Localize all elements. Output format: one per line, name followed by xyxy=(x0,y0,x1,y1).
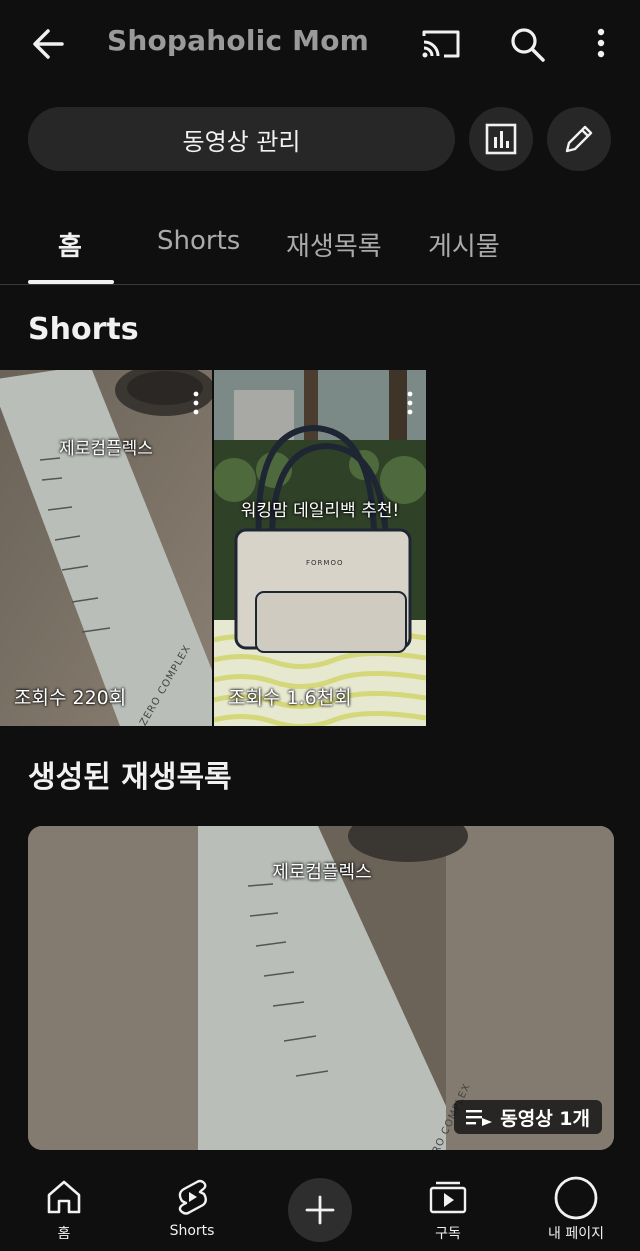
cast-icon xyxy=(422,30,460,58)
arrow-left-icon xyxy=(33,29,64,59)
nav-home-label: 홈 xyxy=(57,1226,71,1242)
tab-posts[interactable]: 게시물 xyxy=(428,226,500,263)
plus-icon xyxy=(305,1195,335,1225)
nav-subscriptions-label: 구독 xyxy=(435,1226,461,1242)
back-button[interactable] xyxy=(26,22,74,66)
short-view-count: 조회수 220회 xyxy=(14,687,127,709)
playlists-section-title: 생성된 재생목록 xyxy=(28,760,232,795)
playlist-card[interactable]: 제로컴플렉스 ZERO COMPLEX 동영상 1개 xyxy=(28,826,614,1150)
bar-chart-icon xyxy=(485,123,517,155)
top-bar: Shopaholic Mom xyxy=(0,0,640,88)
manage-videos-button[interactable]: 동영상 관리 xyxy=(28,107,455,171)
badge-label: 동영상 1개 xyxy=(500,1107,590,1130)
short-overlay-text: 워킹맘 데일리백 추천! xyxy=(240,501,400,521)
short-thumbnail xyxy=(0,370,212,726)
create-button[interactable] xyxy=(288,1178,352,1242)
bag-brand-text: FORMOO xyxy=(306,559,344,567)
subscriptions-icon xyxy=(429,1181,467,1214)
tab-home[interactable]: 홈 xyxy=(58,226,82,263)
more-vertical-icon[interactable] xyxy=(406,390,414,416)
short-overlay-text: 제로컴플렉스 xyxy=(59,439,153,459)
nav-home[interactable]: 홈 xyxy=(14,1175,114,1249)
playlist-overlay-text: 제로컴플렉스 xyxy=(272,862,372,883)
cast-button[interactable] xyxy=(418,22,464,66)
nav-you[interactable]: 내 페이지 xyxy=(526,1175,626,1249)
tab-shorts[interactable]: Shorts xyxy=(157,226,240,256)
short-video-card[interactable]: 제로컴플렉스 ZERO COMPLEX 조회수 220회 xyxy=(0,370,212,726)
edit-channel-button[interactable] xyxy=(547,107,611,171)
bottom-navigation: 홈 Shorts 구독 내 페이지 xyxy=(0,1163,640,1251)
more-options-button[interactable] xyxy=(586,22,616,66)
active-tab-indicator xyxy=(28,280,114,284)
pencil-icon xyxy=(565,125,593,153)
more-vertical-icon[interactable] xyxy=(192,390,200,416)
avatar-icon xyxy=(554,1176,598,1220)
shorts-icon xyxy=(178,1179,207,1215)
playlist-video-count-badge: 동영상 1개 xyxy=(454,1100,602,1134)
playlist-icon xyxy=(466,1110,493,1126)
shorts-section-title: Shorts xyxy=(28,312,139,347)
short-video-card[interactable]: FORMOO 워킹맘 데일리백 추천! 조회수 1.6천회 xyxy=(214,370,426,726)
nav-subscriptions[interactable]: 구독 xyxy=(398,1175,498,1249)
short-thumbnail xyxy=(214,370,426,726)
nav-shorts[interactable]: Shorts xyxy=(142,1175,242,1249)
nav-shorts-label: Shorts xyxy=(169,1223,215,1239)
more-vertical-icon xyxy=(597,28,605,58)
analytics-button[interactable] xyxy=(469,107,533,171)
channel-title: Shopaholic Mom xyxy=(107,24,370,57)
tab-playlists[interactable]: 재생목록 xyxy=(286,226,382,263)
search-button[interactable] xyxy=(504,22,550,66)
channel-tabs: 홈 Shorts 재생목록 게시물 xyxy=(0,200,640,285)
home-icon xyxy=(47,1180,81,1214)
nav-you-label: 내 페이지 xyxy=(548,1226,604,1242)
search-icon xyxy=(511,28,545,62)
short-view-count: 조회수 1.6천회 xyxy=(228,687,352,709)
